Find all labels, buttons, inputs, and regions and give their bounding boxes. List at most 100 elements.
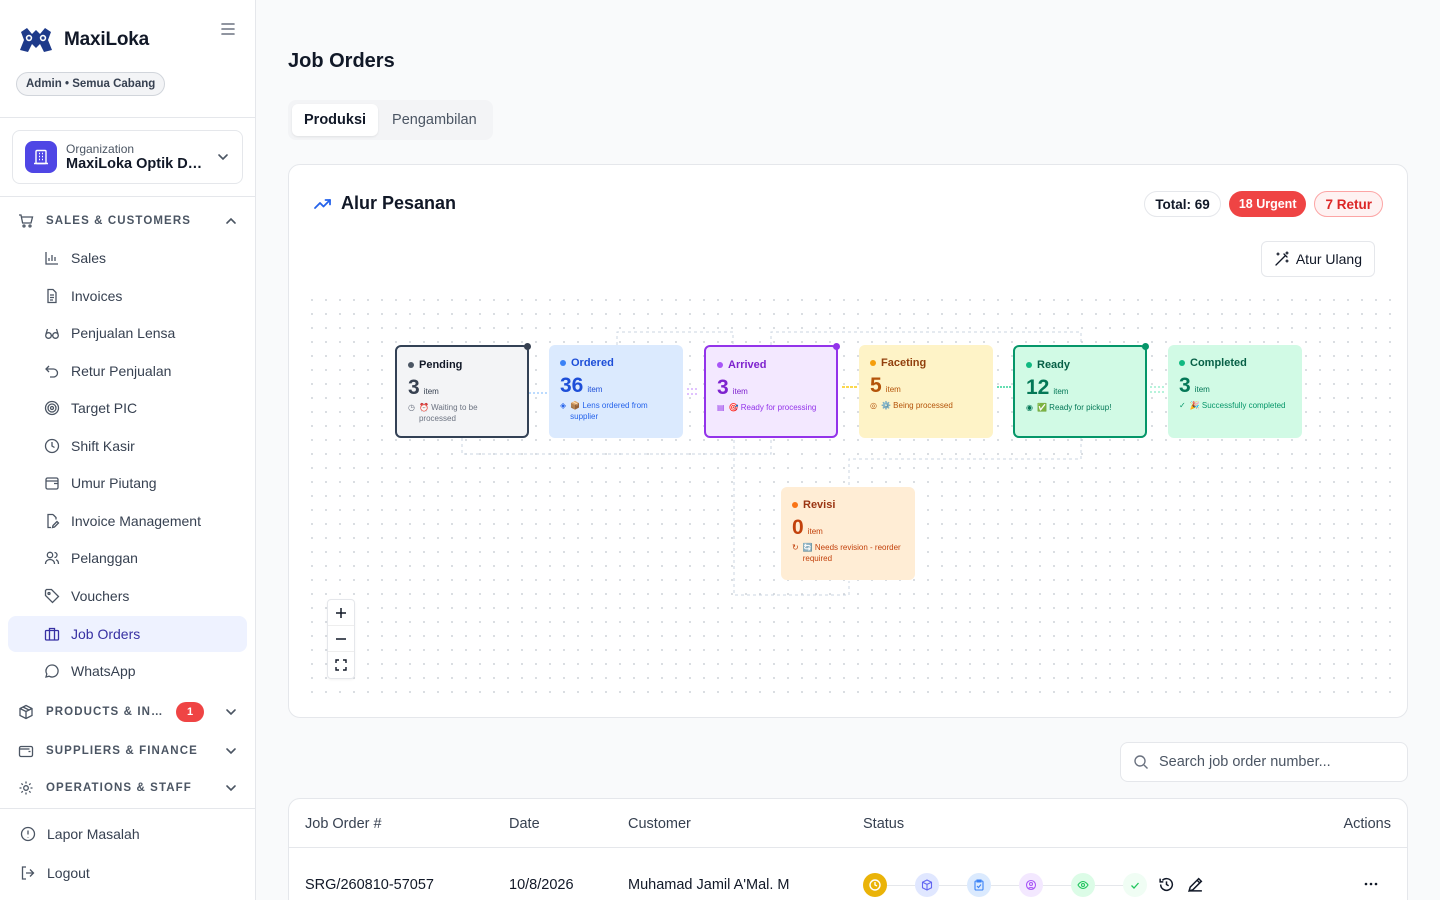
- total-badge: Total: 69: [1144, 191, 1221, 217]
- status-dot: [1179, 360, 1185, 366]
- chat-icon: [45, 664, 59, 678]
- section-suppliers-finance[interactable]: SUPPLIERS & FINANCE: [18, 741, 238, 761]
- zoom-out-button[interactable]: [328, 626, 354, 652]
- section-label: SUPPLIERS & FINANCE: [46, 745, 198, 757]
- status-dot: [870, 360, 876, 366]
- sidebar-item-pelanggan[interactable]: Pelanggan: [8, 540, 247, 576]
- job-order-number[interactable]: SRG/260810-57057: [305, 877, 434, 893]
- step-connector: [1043, 884, 1071, 886]
- logout-button[interactable]: Logout: [20, 865, 90, 881]
- sidebar: MaxiLoka Admin • Semua Cabang Organizati…: [0, 0, 256, 900]
- sidebar-item-whatsapp[interactable]: WhatsApp: [8, 653, 247, 689]
- sidebar-item-umur-piutang[interactable]: Umur Piutang: [8, 465, 247, 501]
- briefcase-icon: [44, 627, 60, 641]
- plus-icon: [336, 607, 346, 618]
- column-header-customer[interactable]: Customer: [628, 816, 691, 832]
- flow-node-ready[interactable]: Ready 12 item ◉ ✅ Ready for pickup!: [1013, 343, 1149, 438]
- clock-icon: ◷: [408, 403, 415, 412]
- job-order-search[interactable]: [1120, 742, 1408, 782]
- node-description: ✅ Ready for pickup!: [1036, 403, 1112, 412]
- step-connector: [1095, 884, 1123, 886]
- flow-node-completed[interactable]: Completed 3 item ✓ 🎉 Successfully complete…: [1168, 345, 1302, 438]
- target-icon: [44, 400, 60, 416]
- edit-icon[interactable]: [1187, 876, 1204, 893]
- sidebar-item-vouchers[interactable]: Vouchers: [8, 578, 247, 614]
- column-header-status[interactable]: Status: [863, 816, 904, 832]
- sidebar-item-target-pic[interactable]: Target PIC: [8, 390, 247, 426]
- tab-list: Produksi Pengambilan: [288, 100, 493, 140]
- logout-icon: [21, 866, 35, 880]
- history-icon[interactable]: [1158, 876, 1175, 893]
- urgent-badge: 18 Urgent: [1228, 191, 1307, 217]
- more-options-icon[interactable]: [1363, 876, 1379, 892]
- sidebar-item-penjualan-lensa[interactable]: Penjualan Lensa: [8, 315, 247, 351]
- brand[interactable]: MaxiLoka: [18, 26, 149, 54]
- node-handle[interactable]: [833, 343, 840, 350]
- zoom-in-button[interactable]: [328, 600, 354, 626]
- sidebar-item-sales[interactable]: Sales: [8, 240, 247, 276]
- brand-name: MaxiLoka: [64, 29, 149, 50]
- flow-node-arrived[interactable]: Arrived 3 item ▤ 🎯 Ready for processing: [704, 343, 840, 438]
- flow-node-ordered[interactable]: Ordered 36 item ◈ 📦 Lens ordered from supp…: [549, 345, 683, 438]
- section-label: SALES & CUSTOMERS: [46, 215, 192, 227]
- node-title: Faceting: [881, 357, 927, 369]
- flow-title-text: Alur Pesanan: [341, 193, 457, 213]
- menu-icon[interactable]: [219, 20, 237, 38]
- sidebar-item-label: Shift Kasir: [71, 438, 135, 454]
- node-count: 12: [1026, 376, 1050, 399]
- node-description: ⚙️ Being processed: [880, 401, 953, 410]
- section-products-inventory[interactable]: PRODUCTS & INVEN... 1: [18, 702, 238, 722]
- node-unit: item: [885, 385, 901, 394]
- flow-node-faceting[interactable]: Faceting 5 item ◎ ⚙️ Being processed: [859, 345, 993, 438]
- node-handle[interactable]: [1142, 343, 1149, 350]
- node-unit: item: [732, 387, 748, 396]
- chevron-up-icon: [224, 214, 238, 228]
- column-header-date[interactable]: Date: [509, 816, 540, 832]
- pending-step-icon[interactable]: [863, 873, 887, 897]
- divider: [0, 196, 256, 197]
- faceting-step-icon[interactable]: [1019, 873, 1043, 897]
- node-count: 3: [408, 376, 420, 399]
- reset-layout-button[interactable]: Atur Ulang: [1260, 241, 1375, 277]
- users-icon: [44, 551, 60, 565]
- node-unit: item: [423, 387, 439, 396]
- flow-summary: Total: 69 18 Urgent 7 Retur: [1144, 191, 1383, 217]
- flow-node-pending[interactable]: Pending 3 item ◷ ⏰ Waiting to be processed: [395, 343, 531, 438]
- sidebar-item-invoice-management[interactable]: Invoice Management: [8, 503, 247, 539]
- search-icon: [1134, 755, 1148, 769]
- ordered-step-icon[interactable]: [915, 873, 939, 897]
- node-handle[interactable]: [524, 343, 531, 350]
- logout-label: Logout: [47, 865, 90, 881]
- sidebar-item-label: Retur Penjualan: [71, 363, 172, 379]
- fit-view-button[interactable]: [328, 652, 354, 678]
- report-issue-link[interactable]: Lapor Masalah: [20, 826, 140, 842]
- wallet-icon: [18, 743, 34, 759]
- section-sales-customers[interactable]: SALES & CUSTOMERS: [18, 211, 238, 231]
- sidebar-item-invoices[interactable]: Invoices: [8, 278, 247, 314]
- section-label: PRODUCTS & INVEN...: [46, 706, 164, 718]
- flow-node-revisi[interactable]: Revisi 0 item ↻ 🔄 Needs revision - reorder…: [781, 487, 915, 580]
- sidebar-item-job-orders[interactable]: Job Orders: [8, 616, 247, 652]
- page-title: Job Orders: [288, 50, 395, 72]
- sidebar-item-retur-penjualan[interactable]: Retur Penjualan: [8, 353, 247, 389]
- column-header-job-order[interactable]: Job Order #: [305, 816, 382, 832]
- node-unit: item: [1053, 387, 1069, 396]
- cart-icon: [18, 213, 34, 229]
- search-input[interactable]: [1159, 754, 1389, 770]
- arrived-step-icon[interactable]: [967, 873, 991, 897]
- flow-title: Alur Pesanan: [313, 193, 456, 214]
- organization-selector[interactable]: Organization MaxiLoka Optik De...: [12, 130, 243, 184]
- sidebar-item-shift-kasir[interactable]: Shift Kasir: [8, 428, 247, 464]
- section-operations-staff[interactable]: OPERATIONS & STAFF: [18, 778, 238, 798]
- sidebar-item-label: Penjualan Lensa: [71, 325, 176, 341]
- ready-step-icon[interactable]: [1071, 873, 1095, 897]
- completed-step-icon[interactable]: [1123, 873, 1147, 897]
- reset-layout-label: Atur Ulang: [1295, 251, 1362, 267]
- status-stepper: [863, 873, 1147, 897]
- sidebar-item-label: Invoices: [71, 288, 123, 304]
- wallet-icon: [45, 477, 59, 490]
- tab-pengambilan[interactable]: Pengambilan: [380, 104, 489, 136]
- tab-produksi[interactable]: Produksi: [292, 104, 379, 136]
- settings-icon: ◎: [870, 401, 877, 410]
- clipboard-icon: ▤: [717, 403, 725, 412]
